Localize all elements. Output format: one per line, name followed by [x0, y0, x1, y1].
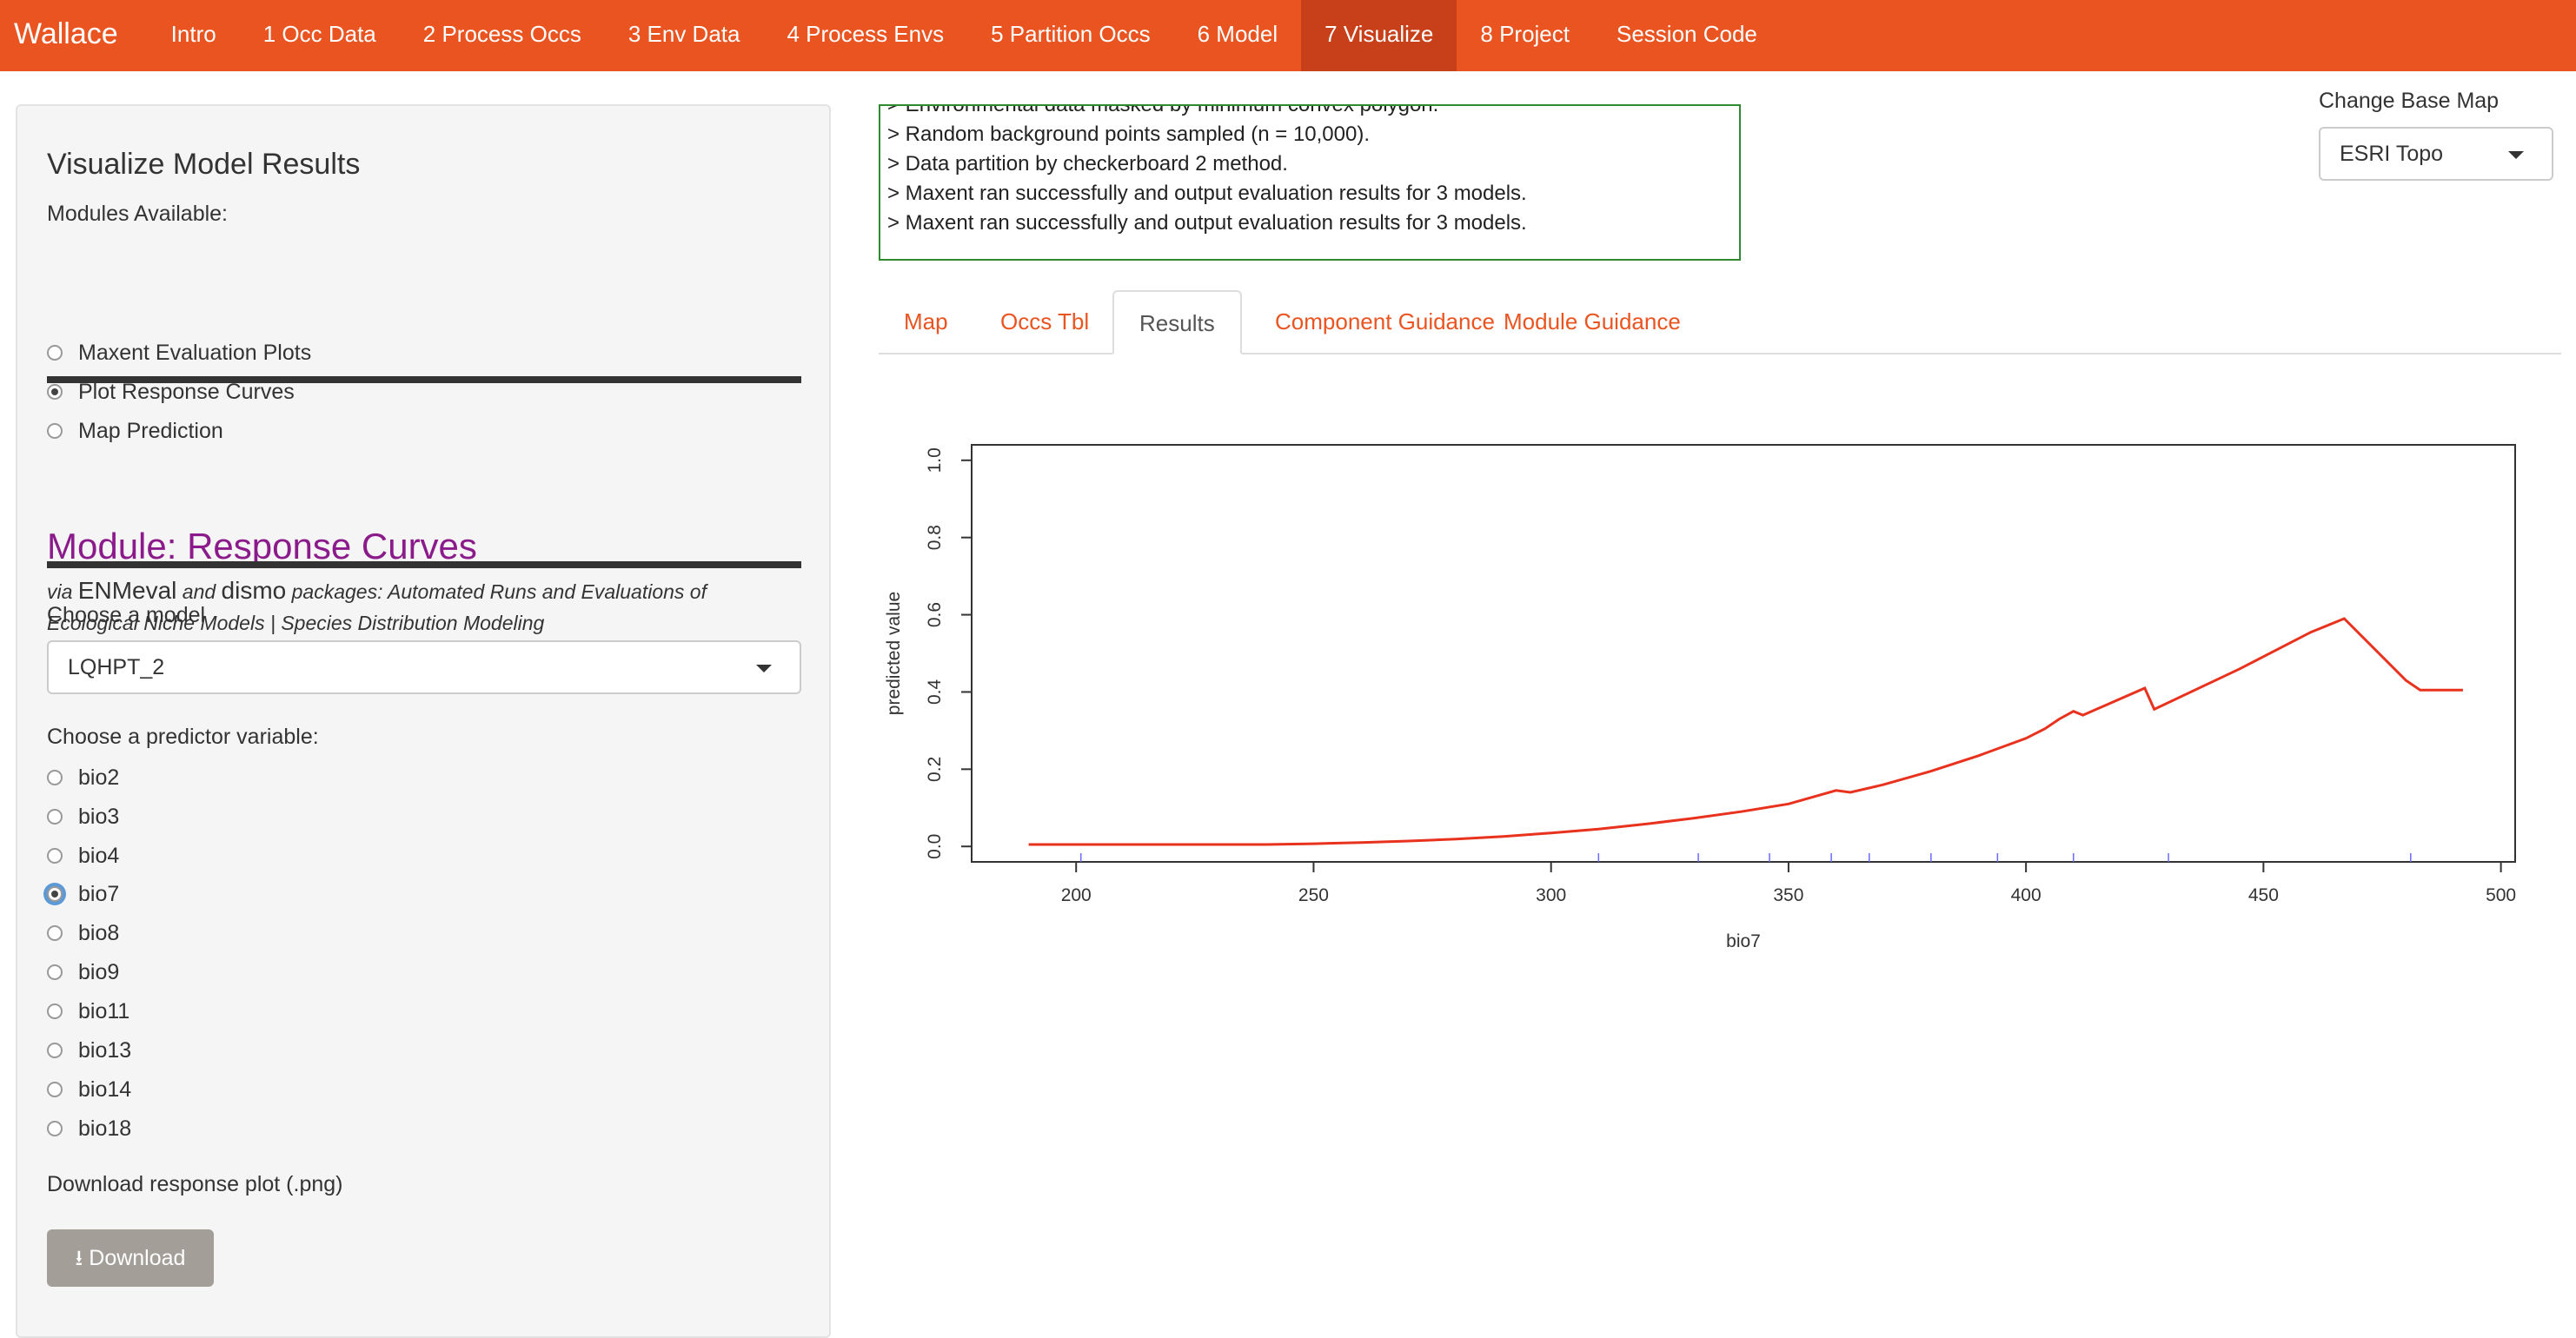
- x-axis: 200 250 300 350 400 450 500: [1061, 862, 2516, 905]
- chevron-down-icon: [2508, 151, 2524, 159]
- x-tick-label: 500: [2486, 885, 2516, 905]
- log-line: > Maxent ran successfully and output eva…: [887, 211, 1527, 235]
- radio-icon[interactable]: [47, 1043, 63, 1058]
- predictor-option-bio14[interactable]: bio14: [47, 1075, 131, 1104]
- basemap-label: Change Base Map: [2319, 89, 2500, 113]
- predictor-option-bio11[interactable]: bio11: [47, 997, 129, 1026]
- tab-results[interactable]: Results: [1112, 290, 1242, 354]
- response-curve-chart: 200 250 300 350 400 450 500 0.0 0.2 0.4 0.6 0.8 1.0…: [884, 444, 2516, 951]
- x-tick-label: 300: [1536, 885, 1566, 905]
- radio-icon[interactable]: [47, 345, 63, 361]
- basemap-select[interactable]: ESRI Topo: [2319, 127, 2553, 181]
- download-label: Download response plot (.png): [47, 1172, 343, 1196]
- rug-marks: [1079, 853, 2412, 862]
- y-tick-label: 0.4: [925, 679, 945, 705]
- pkg-dismo: dismo: [221, 577, 287, 604]
- download-icon: ⭳: [75, 1246, 83, 1270]
- radio-icon[interactable]: [47, 1082, 63, 1097]
- x-tick-label: 200: [1061, 885, 1092, 905]
- x-tick-label: 400: [2011, 885, 2042, 905]
- nav-process-envs[interactable]: 4 Process Envs: [763, 0, 967, 71]
- x-tick-label: 250: [1298, 885, 1329, 905]
- nav-session-code[interactable]: Session Code: [1593, 0, 1781, 71]
- y-axis-label: predicted value: [884, 592, 904, 715]
- module-option-map-prediction[interactable]: Map Prediction: [47, 416, 223, 446]
- radio-icon[interactable]: [47, 925, 63, 941]
- predictor-option-bio2[interactable]: bio2: [47, 763, 119, 792]
- sidebar-panel: Visualize Model Results Modules Availabl…: [16, 104, 831, 1338]
- results-tabs: Map Occs Tbl Results Component Guidance …: [879, 290, 2561, 354]
- nav-visualize[interactable]: 7 Visualize: [1301, 0, 1457, 71]
- y-axis: 0.0 0.2 0.4 0.6 0.8 1.0: [925, 447, 972, 859]
- predictor-option-bio18[interactable]: bio18: [47, 1114, 131, 1143]
- brand-logo[interactable]: Wallace: [0, 0, 148, 71]
- divider: [47, 376, 801, 383]
- nav-env-data[interactable]: 3 Env Data: [605, 0, 764, 71]
- radio-icon[interactable]: [47, 1121, 63, 1136]
- radio-checked-icon[interactable]: [47, 886, 63, 902]
- sidebar-title: Visualize Model Results: [47, 148, 361, 181]
- predictor-label: Choose a predictor variable:: [47, 725, 319, 749]
- y-tick-label: 1.0: [925, 447, 945, 473]
- predictor-option-bio13[interactable]: bio13: [47, 1036, 131, 1065]
- radio-icon[interactable]: [47, 809, 63, 825]
- y-tick-label: 0.0: [925, 834, 945, 859]
- log-line: > Environmental data masked by minimum c…: [887, 104, 1439, 116]
- radio-icon[interactable]: [47, 423, 63, 439]
- y-tick-label: 0.2: [925, 757, 945, 782]
- predictor-option-bio7[interactable]: bio7: [47, 879, 119, 909]
- radio-checked-icon[interactable]: [47, 384, 63, 400]
- predictor-option-bio3[interactable]: bio3: [47, 802, 119, 831]
- nav-intro[interactable]: Intro: [148, 0, 240, 71]
- plot-frame: [971, 444, 2516, 863]
- y-tick-label: 0.8: [925, 525, 945, 550]
- nav-model[interactable]: 6 Model: [1174, 0, 1302, 71]
- log-console: > Environmental data masked by minimum c…: [879, 104, 1741, 261]
- nav-occ-data[interactable]: 1 Occ Data: [240, 0, 400, 71]
- x-axis-label: bio7: [1726, 931, 1761, 951]
- module-option-maxent-eval[interactable]: Maxent Evaluation Plots: [47, 338, 311, 368]
- radio-icon[interactable]: [47, 964, 63, 980]
- nav-project[interactable]: 8 Project: [1457, 0, 1593, 71]
- nav-process-occs[interactable]: 2 Process Occs: [400, 0, 605, 71]
- nav-partition-occs[interactable]: 5 Partition Occs: [967, 0, 1174, 71]
- radio-icon[interactable]: [47, 1004, 63, 1019]
- log-line: > Maxent ran successfully and output eva…: [887, 182, 1527, 205]
- model-label: Choose a model: [47, 603, 206, 627]
- navbar: Wallace Intro 1 Occ Data 2 Process Occs …: [0, 0, 2576, 71]
- tab-map[interactable]: Map: [879, 290, 973, 353]
- tab-module-guidance[interactable]: Module Guidance: [1478, 290, 1706, 353]
- radio-icon[interactable]: [47, 770, 63, 785]
- predictor-option-bio9[interactable]: bio9: [47, 957, 119, 987]
- tab-occs-tbl[interactable]: Occs Tbl: [975, 290, 1114, 353]
- log-line: > Data partition by checkerboard 2 metho…: [887, 152, 1288, 176]
- chevron-down-icon: [756, 665, 772, 672]
- x-tick-label: 350: [1773, 885, 1803, 905]
- divider: [47, 561, 801, 568]
- x-tick-label: 450: [2248, 885, 2279, 905]
- download-button[interactable]: ⭳ Download: [47, 1229, 214, 1287]
- predictor-option-bio4[interactable]: bio4: [47, 841, 119, 871]
- predictor-option-bio8[interactable]: bio8: [47, 918, 119, 948]
- response-curve: [1028, 617, 2463, 846]
- model-select[interactable]: LQHPT_2: [47, 640, 801, 694]
- radio-icon[interactable]: [47, 848, 63, 864]
- log-line: > Random background points sampled (n = …: [887, 123, 1371, 146]
- pkg-enmeval: ENMeval: [77, 577, 177, 604]
- modules-label: Modules Available:: [47, 202, 229, 226]
- y-tick-label: 0.6: [925, 602, 945, 627]
